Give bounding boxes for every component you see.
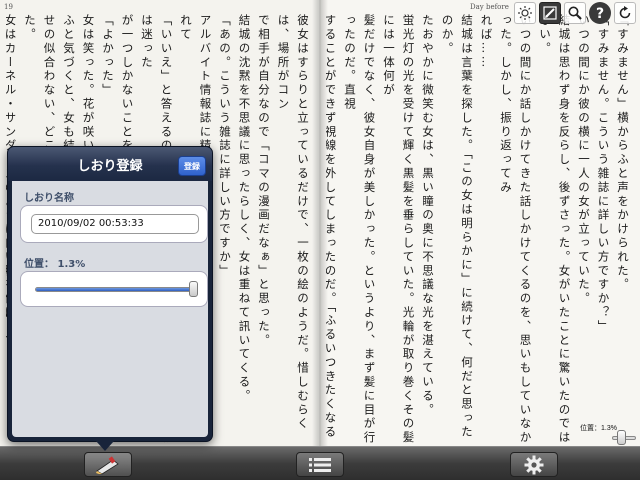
popover-header: しおり登録 登録 [8, 147, 212, 181]
svg-text:?: ? [596, 6, 604, 22]
list-button[interactable] [296, 452, 344, 477]
left-line: 結城の沈黙を不思議に思ったらしく、女は重ねて訊いてくる。 [237, 14, 252, 404]
right-line: 「すみません。こういう雑誌に詳しい方ですか？」 [596, 14, 611, 334]
bottom-toolbar [0, 446, 640, 480]
left-line: で相手が自分なので「コマの漫画だなぁ」と思った。 [257, 14, 271, 348]
right-line: 結城は言葉を探した。「この女は明らかに」に続けて、何だと思ったのか。 [440, 14, 475, 440]
magnifier-icon[interactable] [564, 2, 586, 24]
page-position-label: 位置：1.3% [580, 425, 617, 432]
rotate-icon[interactable] [614, 2, 636, 24]
right-line: 結城は思わず身を反らし、後ずさった。女がいたことに驚いたのではない。 [538, 14, 572, 445]
right-line: れば…… [479, 14, 494, 70]
popover-arrow [96, 441, 114, 451]
bookmark-position-label: 位置： 1.3% [24, 259, 86, 270]
right-line: いつの間にか彼の横に一人の女が立っていた。 [577, 14, 591, 306]
settings-button[interactable] [510, 452, 558, 477]
gear-icon [524, 455, 544, 474]
right-page[interactable]: Day before 「すみません」横からふと声をかけられた。 「すみません。こう… [322, 0, 640, 446]
right-line: 蛍光灯の光を受けて輝く黒髪を垂らしていた。光輪が取り巻くその髪には一体何が [382, 14, 416, 445]
bookmark-name-group: 2010/09/02 00:53:33 [20, 205, 208, 243]
page-slider-knob[interactable] [617, 430, 626, 445]
register-button[interactable]: 登録 [178, 156, 206, 176]
bookmark-position-knob[interactable] [189, 281, 198, 297]
question-icon[interactable]: ? [589, 2, 611, 24]
right-running-head: Day before [470, 3, 509, 11]
left-running-head: 19 [4, 3, 13, 11]
popover-body: しおり名称 2010/09/02 00:53:33 位置： 1.3% [12, 181, 208, 437]
bookmark-position-slider[interactable] [35, 287, 195, 292]
bookmark-position-fill [36, 288, 193, 291]
reader-tools: ? [514, 2, 636, 24]
right-line: 「すみません」横からふと声をかけられた。 [616, 14, 630, 292]
bookmark-name-input[interactable]: 2010/09/02 00:53:33 [31, 214, 199, 234]
right-line: することができず視線を外してしまったのだ。「ふるいつきたくなるよう」な、 [326, 14, 338, 440]
right-line: いつの間にか話しかけてきた話しかけてくるのを、思いもしていなかった。しかし、振り… [499, 14, 533, 445]
list-icon [309, 457, 331, 472]
left-line: 「あの。こういう雑誌に詳しい方ですか」 [218, 14, 232, 279]
bookmark-popover: しおり登録 登録 しおり名称 2010/09/02 00:53:33 位置： 1… [7, 146, 213, 442]
sun-icon[interactable] [514, 2, 536, 24]
right-line: たおやかに微笑む女は、黒い瞳の奥に不思議な光を湛えている。 [421, 14, 435, 418]
bookmark-name-label: しおり名称 [24, 193, 74, 204]
bookmark-position-group [20, 271, 208, 307]
bookmark-edit-button[interactable] [84, 452, 132, 477]
right-page-text: 「すみません」横からふと声をかけられた。 「すみません。こういう雑誌に詳しい方です… [326, 14, 632, 446]
bookmark-edit-icon [96, 455, 119, 474]
right-line: 髪だけでなく、彼女自身が美しかった。というより、まず髪に目が行ったのだ。直視 [343, 14, 377, 445]
pencil-bookmark-icon[interactable] [539, 2, 561, 24]
book-gutter [312, 0, 328, 446]
left-line: 彼女はすらりと立っているだけで、一枚の絵のようだ。惜しむらくは、場所がコン [276, 14, 311, 431]
